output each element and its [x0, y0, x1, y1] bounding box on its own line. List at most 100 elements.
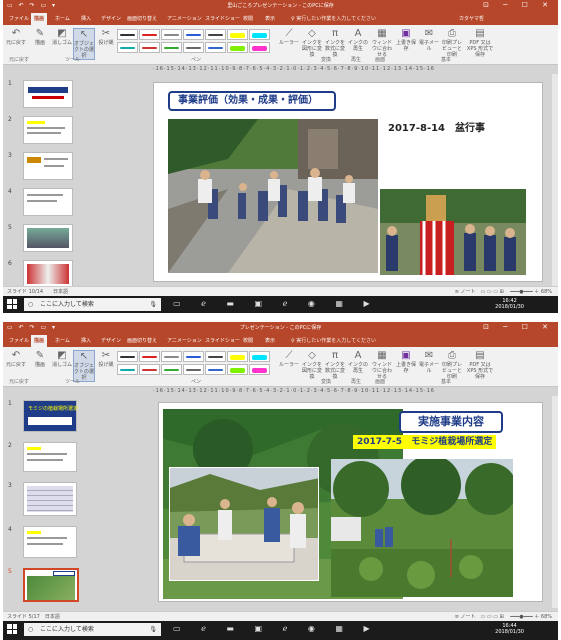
tab-slideshow[interactable]: スライドショー — [205, 337, 240, 344]
slide-subtitle-banner[interactable]: 2017-7-5 モミジ植栽場所選定 — [353, 435, 497, 449]
microphone-icon[interactable]: 🎙 — [149, 623, 157, 636]
taskbar-app-icons[interactable]: ▭ ℯ ▬ ▣ ℯ ◉ ▦ ▶ — [173, 624, 379, 633]
highlighter-green[interactable] — [227, 363, 248, 375]
undo-button[interactable]: ↶ 元に戻す — [5, 350, 27, 368]
tab-animations[interactable]: アニメーション — [167, 15, 202, 22]
slide-title[interactable]: 実施事業内容 — [399, 411, 503, 433]
pen-teal[interactable] — [117, 363, 138, 375]
slide-thumbnail-1[interactable] — [23, 80, 73, 108]
tab-transitions[interactable]: 画面切り替え — [127, 337, 157, 344]
tab-home[interactable]: ホーム — [55, 15, 70, 22]
email-button[interactable]: ✉ 電子メール — [418, 28, 440, 52]
windows-start-icon[interactable] — [7, 299, 17, 309]
taskbar-search-box[interactable]: ○ ここに入力して検索 🎙 — [24, 623, 161, 636]
ink-to-shape-button[interactable]: ◇ インクを図形に変換 — [301, 28, 323, 58]
tab-slideshow[interactable]: スライドショー — [205, 15, 240, 22]
fit-window-button[interactable]: ▦ ウィンドウに合わせる — [371, 28, 393, 58]
taskbar-clock[interactable]: 16:44 2018/01/30 — [495, 623, 524, 635]
print-preview-button[interactable]: ⎙ 印刷プレビューと印刷 — [441, 28, 463, 58]
slide-thumbnail-3[interactable] — [23, 482, 77, 516]
window-controls[interactable]: ⊡ ─ ☐ ✕ — [483, 1, 554, 9]
pen-red[interactable] — [139, 351, 160, 362]
ink-replay-button[interactable]: A インクの再生 — [347, 28, 369, 52]
slide-date-text[interactable]: 2017-8-14 盆行事 — [388, 119, 485, 134]
festival-photo-sub[interactable] — [380, 189, 526, 275]
planting-site-photo-right[interactable] — [331, 459, 513, 597]
tab-animations[interactable]: アニメーション — [167, 337, 202, 344]
pen-dark[interactable] — [205, 351, 226, 362]
slide-thumbnail-1[interactable]: モミジの植栽場所選定 — [23, 400, 78, 432]
account-name[interactable]: カタヤマ哲 — [459, 15, 484, 22]
highlighter-magenta[interactable] — [249, 363, 270, 375]
slide-thumbnail-3[interactable] — [23, 152, 73, 180]
pen-green[interactable] — [161, 41, 182, 53]
eraser-button[interactable]: ◩ 消しゴム — [51, 28, 73, 46]
undo-button[interactable]: ↶ 元に戻す — [5, 28, 27, 46]
pen-gray-2[interactable] — [183, 363, 204, 375]
windows-start-icon[interactable] — [7, 624, 17, 634]
tab-view[interactable]: 表示 — [265, 15, 275, 22]
pen-blue-2[interactable] — [205, 41, 226, 53]
pen-red-2[interactable] — [139, 363, 160, 375]
tab-draw[interactable]: 描画 — [31, 13, 48, 25]
taskbar-search-box[interactable]: ○ ここに入力して検索 🎙 — [24, 298, 161, 311]
pen-blue[interactable] — [183, 29, 204, 40]
tell-me-search[interactable]: ♀ 実行したい作業を入力してください — [291, 15, 376, 22]
ink-to-math-button[interactable]: π インクを数式に変換 — [324, 350, 346, 380]
pen-red-2[interactable] — [139, 41, 160, 53]
tab-insert[interactable]: 挿入 — [81, 15, 91, 22]
highlighter-yellow[interactable] — [227, 351, 248, 362]
tell-me-search[interactable]: ♀ 実行したい作業を入力してください — [291, 337, 376, 344]
slide-thumbnail-4[interactable] — [23, 526, 77, 558]
tab-review[interactable]: 校閲 — [243, 15, 253, 22]
pen-green[interactable] — [161, 363, 182, 375]
slide-thumbnail-6[interactable] — [23, 260, 73, 288]
tab-file[interactable]: ファイル — [9, 15, 29, 22]
slide-thumbnail-5[interactable] — [23, 568, 79, 602]
festival-photo-main[interactable] — [168, 119, 378, 273]
lasso-button[interactable]: ✂ 投げ縄 — [95, 28, 117, 46]
vertical-scrollbar[interactable] — [552, 396, 558, 608]
slide-canvas[interactable]: 実施事業内容 2017-7-5 モミジ植栽場所選定 — [158, 402, 543, 602]
pdf-button[interactable]: ▤ PDF 又は XPS 形式で保存 — [465, 350, 495, 380]
tab-draw[interactable]: 描画 — [31, 335, 48, 347]
pen-gray[interactable] — [161, 29, 182, 40]
pen-black[interactable] — [117, 351, 138, 362]
print-preview-button[interactable]: ⎙ 印刷プレビューと印刷 — [441, 350, 463, 380]
ruler-button[interactable]: ⟋ ルーラー — [278, 350, 300, 368]
tab-transitions[interactable]: 画面切り替え — [127, 15, 157, 22]
slide-thumbnail-2[interactable] — [23, 442, 77, 472]
inspection-photo-left[interactable] — [169, 467, 319, 581]
pen-gray-2[interactable] — [183, 41, 204, 53]
slide-canvas[interactable]: 事業評価（効果・成果・評価） 2017-8-14 盆行事 — [153, 82, 543, 282]
taskbar-app-icons[interactable]: ▭ ℯ ▬ ▣ ℯ ◉ ▦ ▶ — [173, 299, 379, 308]
microphone-icon[interactable]: 🎙 — [149, 298, 157, 311]
email-button[interactable]: ✉ 電子メール — [418, 350, 440, 374]
pen-black[interactable] — [117, 29, 138, 40]
tab-review[interactable]: 校閲 — [243, 337, 253, 344]
highlighter-yellow[interactable] — [227, 29, 248, 40]
vertical-scrollbar[interactable] — [552, 74, 558, 286]
tab-design[interactable]: デザイン — [101, 15, 121, 22]
slide-thumbnail-5[interactable] — [23, 224, 73, 252]
ink-to-math-button[interactable]: π インクを数式に変換 — [324, 28, 346, 58]
tab-file[interactable]: ファイル — [9, 337, 29, 344]
draw-button[interactable]: ✎ 描画 — [29, 350, 51, 368]
highlighter-cyan[interactable] — [249, 29, 270, 40]
slide-thumbnail-pane[interactable]: 1 2 3 4 5 6 — [3, 74, 91, 288]
slide-thumbnail-4[interactable] — [23, 188, 73, 216]
pen-gray[interactable] — [161, 351, 182, 362]
slide-thumbnail-pane[interactable]: 1 モミジの植栽場所選定 2 3 4 5 — [3, 396, 91, 608]
lasso-button[interactable]: ✂ 投げ縄 — [95, 350, 117, 368]
pen-dark[interactable] — [205, 29, 226, 40]
tab-insert[interactable]: 挿入 — [81, 337, 91, 344]
pen-red[interactable] — [139, 29, 160, 40]
overwrite-save-button[interactable]: ▣ 上書き保存 — [395, 350, 417, 374]
pen-blue-2[interactable] — [205, 363, 226, 375]
tab-view[interactable]: 表示 — [265, 337, 275, 344]
slide-title[interactable]: 事業評価（効果・成果・評価） — [168, 91, 336, 111]
highlighter-green[interactable] — [227, 41, 248, 53]
taskbar-clock[interactable]: 16:42 2018/01/30 — [495, 298, 524, 310]
highlighter-magenta[interactable] — [249, 41, 270, 53]
pen-blue[interactable] — [183, 351, 204, 362]
